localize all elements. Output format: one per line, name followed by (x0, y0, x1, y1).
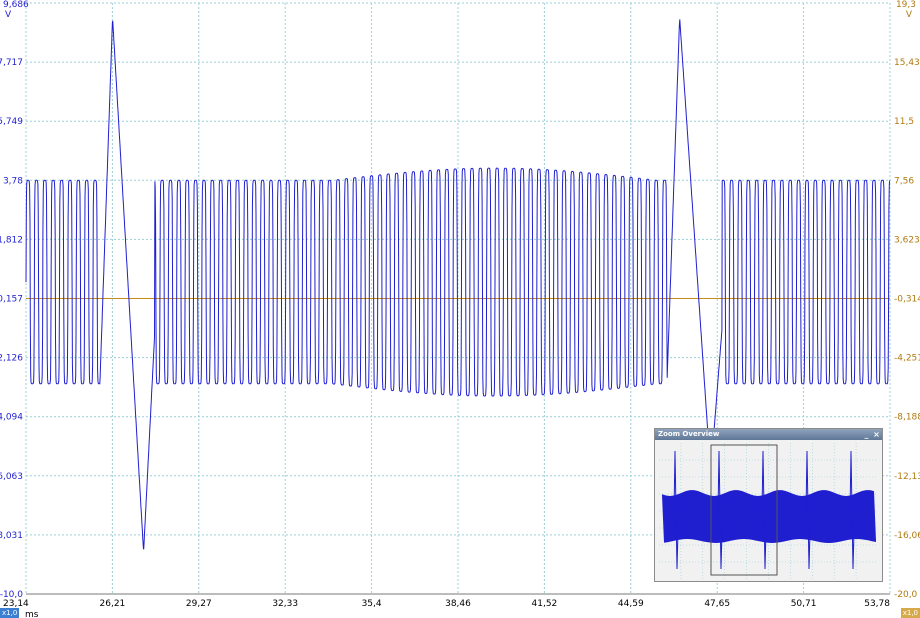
minimize-button[interactable]: _ (862, 429, 871, 440)
x-axis-unit: ms (25, 610, 39, 618)
x-axis-tick-label: 29,27 (186, 599, 212, 609)
right-axis-tick-label: 3,623 (894, 235, 920, 245)
left-axis-tick-label: 5,749 (0, 117, 23, 127)
x-axis-tick-label: 35,4 (362, 599, 382, 609)
x-axis-tick-label: 50,71 (791, 599, 817, 609)
right-axis-tick-label: -16,06 (894, 531, 920, 541)
x-axis-tick-label: 53,78 (864, 599, 890, 609)
x-axis-tick-label: 47,65 (704, 599, 730, 609)
left-axis-tick-label: 3,78 (3, 176, 23, 186)
x-axis-tick-label: 32,33 (272, 599, 298, 609)
zoom-overview-title: Zoom Overview (658, 430, 720, 438)
left-axis-tick-label: -2,126 (0, 354, 23, 364)
x-axis-tick-label: 26,21 (100, 599, 126, 609)
right-axis-unit: V (906, 10, 913, 20)
right-axis-tick-label: -0,314 (894, 295, 920, 305)
zoom-overview-titlebar[interactable]: Zoom Overview _ × (655, 429, 882, 440)
left-axis-ticks: 7,717 5,749 3,78 1,812 -0,157 -2,126 -4,094 -6,… (0, 58, 23, 600)
right-axis-ticks: 15,43 11,5 7,56 3,623 -0,314 -4,251 -8,188 -12,… (894, 58, 920, 600)
left-axis-tick-label: -4,094 (0, 413, 23, 423)
right-axis-tick-label: -12,13 (894, 472, 920, 482)
left-axis-tick-label: -8,031 (0, 531, 23, 541)
x-axis-tick-label: 38,46 (445, 599, 471, 609)
x-axis-tick-label: 44,59 (618, 599, 644, 609)
x-axis-tick-label: 41,52 (532, 599, 558, 609)
left-axis-unit: V (5, 10, 12, 20)
right-axis-tick-label: -20,0 (894, 590, 918, 600)
left-axis-tick-label: -0,157 (0, 295, 23, 305)
right-axis-top-label: 19,3 (896, 0, 916, 10)
right-axis-tick-label: -8,188 (894, 413, 920, 423)
left-axis-tick-label: -6,063 (0, 472, 23, 482)
right-scale-chip[interactable]: x1,0 (900, 608, 920, 618)
right-axis-tick-label: 11,5 (894, 117, 914, 127)
right-axis-tick-label: 15,43 (894, 58, 920, 68)
left-scale-chip[interactable]: x1,0 (0, 608, 20, 618)
zoom-overview-window[interactable]: Zoom Overview _ × (654, 428, 883, 582)
left-axis-tick-label: 7,717 (0, 58, 23, 68)
x-axis-ticks: 23,14 26,21 29,27 32,33 35,4 38,46 41,52 44,59 4… (3, 599, 890, 609)
zoom-overview-trace (662, 490, 876, 543)
right-axis-tick-label: -4,251 (894, 354, 920, 364)
close-button[interactable]: × (872, 429, 881, 440)
left-axis-top-label: 9,686 (3, 0, 29, 10)
left-axis-tick-label: 1,812 (0, 235, 23, 245)
right-axis-tick-label: 7,56 (894, 176, 914, 186)
zoom-overview-plot[interactable] (659, 443, 878, 579)
